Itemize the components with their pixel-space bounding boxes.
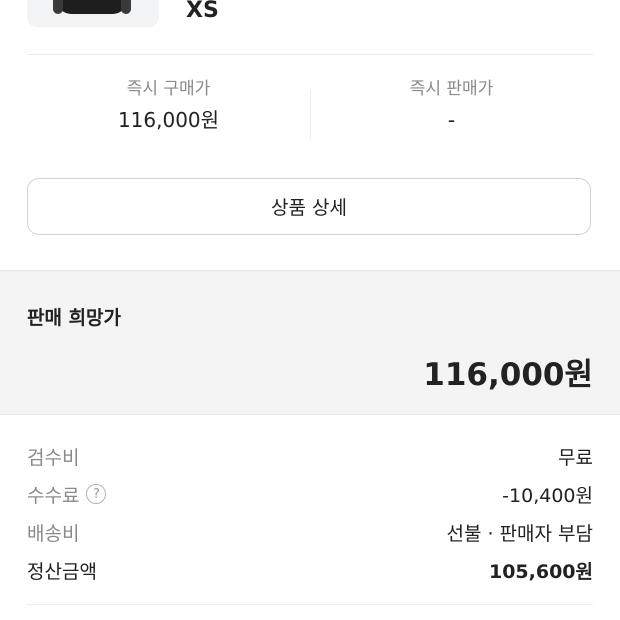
commission-fee-row: 수수료 ? -10,400원 — [27, 479, 593, 509]
divider — [27, 604, 593, 605]
shipping-fee-label: 배송비 — [27, 522, 80, 545]
product-detail-button[interactable]: 상품 상세 — [27, 178, 591, 235]
settlement-amount-row: 정산금액 105,600원 — [27, 555, 593, 585]
desired-price-section: 판매 희망가 116,000원 — [0, 271, 620, 414]
inspection-fee-value: 무료 — [558, 446, 593, 469]
instant-buy-label: 즉시 구매가 — [126, 79, 211, 99]
desired-price-label: 판매 희망가 — [27, 307, 122, 329]
inspection-fee-row: 검수비 무료 — [27, 441, 593, 471]
commission-fee-value: -10,400원 — [502, 484, 593, 507]
instant-buy-value: 116,000원 — [117, 108, 220, 132]
commission-fee-label: 수수료 — [27, 484, 80, 507]
settlement-amount-label: 정산금액 — [27, 560, 97, 583]
settlement-amount-value: 105,600원 — [488, 560, 593, 583]
section-divider — [0, 414, 620, 415]
inspection-fee-label: 검수비 — [27, 446, 80, 469]
desired-price-value[interactable]: 116,000원 — [423, 349, 593, 394]
instant-sell-label: 즉시 판매가 — [409, 79, 494, 99]
product-size: XS — [186, 0, 219, 23]
instant-buy-price: 즉시 구매가 116,000원 — [27, 76, 310, 136]
help-icon[interactable]: ? — [86, 484, 107, 504]
commission-fee-label-wrap: 수수료 ? — [27, 481, 107, 508]
product-image — [53, 0, 131, 14]
instant-sell-price: 즉시 판매가 - — [310, 76, 593, 136]
instant-sell-value: - — [447, 108, 456, 132]
shipping-fee-value: 선불 · 판매자 부담 — [446, 522, 593, 545]
divider — [27, 54, 593, 55]
shipping-fee-row: 배송비 선불 · 판매자 부담 — [27, 517, 593, 547]
product-thumbnail[interactable] — [27, 0, 159, 27]
